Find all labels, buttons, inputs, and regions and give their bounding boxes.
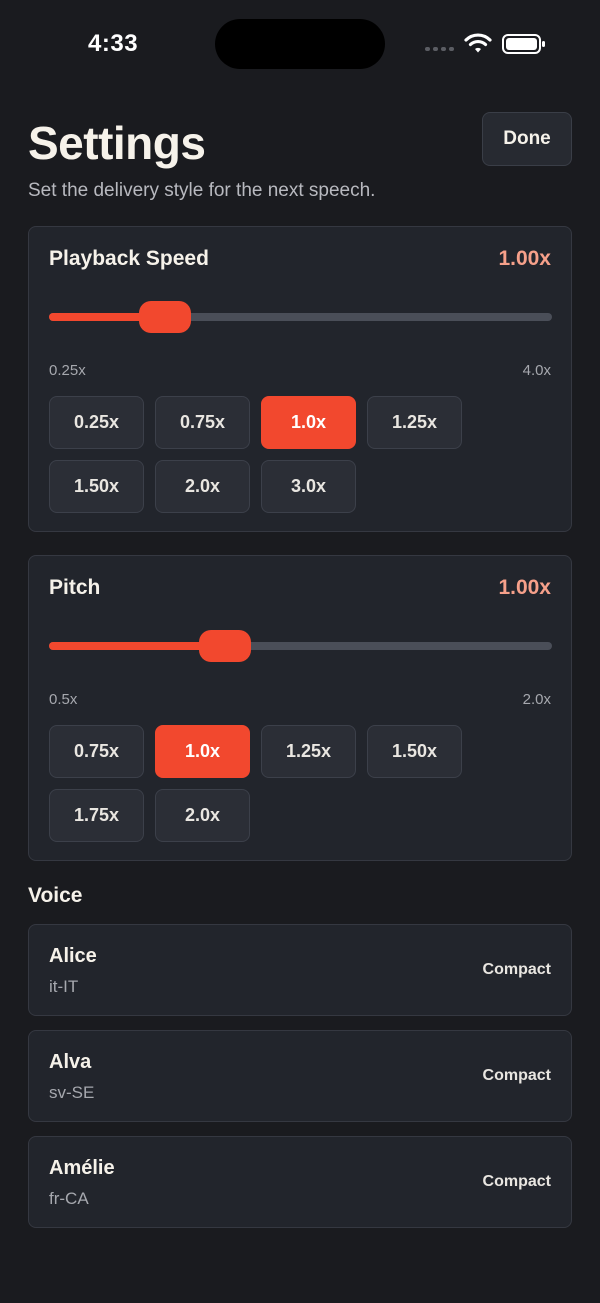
voice-section-label: Voice — [28, 884, 83, 907]
page-subtitle: Set the delivery style for the next spee… — [28, 180, 376, 201]
done-button[interactable]: Done — [482, 112, 572, 166]
voice-name: Alva — [49, 1051, 92, 1073]
status-bar: 4:33 — [0, 0, 600, 90]
pitch-value: 1.00x — [498, 576, 551, 599]
pitch-preset-1.75x[interactable]: 1.75x — [49, 789, 144, 842]
status-time: 4:33 — [88, 30, 139, 57]
pitch-max-label: 2.0x — [522, 691, 551, 708]
pitch-preset-2.0x[interactable]: 2.0x — [155, 789, 250, 842]
pitch-slider-fill — [49, 642, 219, 650]
battery-icon — [502, 34, 545, 54]
voice-name: Alice — [49, 945, 97, 967]
dynamic-island — [215, 19, 385, 69]
playback-speed-title: Playback Speed — [49, 247, 209, 270]
playback-speed-min-label: 0.25x — [49, 362, 86, 379]
voice-row-alice[interactable]: Alice it-IT Compact — [28, 924, 572, 1016]
voice-quality-badge: Compact — [482, 961, 551, 978]
playback-speed-max-label: 4.0x — [522, 362, 551, 379]
pitch-preset-1.0x[interactable]: 1.0x — [155, 725, 250, 778]
voice-quality-badge: Compact — [482, 1067, 551, 1084]
playback-speed-slider[interactable] — [49, 297, 552, 337]
pitch-preset-0.75x[interactable]: 0.75x — [49, 725, 144, 778]
voice-language: fr-CA — [49, 1189, 89, 1208]
playback-speed-value: 1.00x — [498, 247, 551, 270]
speed-preset-2.0x[interactable]: 2.0x — [155, 460, 250, 513]
speed-preset-1.0x[interactable]: 1.0x — [261, 396, 356, 449]
wifi-icon — [464, 33, 492, 53]
voice-name: Amélie — [49, 1157, 115, 1179]
voice-language: sv-SE — [49, 1083, 95, 1102]
voice-language: it-IT — [49, 977, 79, 996]
voice-row-amelie[interactable]: Amélie fr-CA Compact — [28, 1136, 572, 1228]
page-title: Settings — [28, 117, 206, 169]
speed-preset-3.0x[interactable]: 3.0x — [261, 460, 356, 513]
pitch-slider-thumb[interactable] — [199, 630, 251, 662]
pitch-min-label: 0.5x — [49, 691, 78, 708]
voice-quality-badge: Compact — [482, 1173, 551, 1190]
voice-row-alva[interactable]: Alva sv-SE Compact — [28, 1030, 572, 1122]
pitch-preset-1.25x[interactable]: 1.25x — [261, 725, 356, 778]
playback-speed-slider-thumb[interactable] — [139, 301, 191, 333]
speed-preset-1.50x[interactable]: 1.50x — [49, 460, 144, 513]
cellular-signal-icon — [425, 47, 454, 51]
pitch-title: Pitch — [49, 576, 101, 599]
pitch-slider[interactable] — [49, 626, 552, 666]
speed-preset-0.75x[interactable]: 0.75x — [155, 396, 250, 449]
speed-preset-1.25x[interactable]: 1.25x — [367, 396, 462, 449]
pitch-card: Pitch 1.00x 0.5x 2.0x 0.75x 1.0x 1.25x 1… — [28, 555, 572, 861]
speed-preset-0.25x[interactable]: 0.25x — [49, 396, 144, 449]
playback-speed-card: Playback Speed 1.00x 0.25x 4.0x 0.25x 0.… — [28, 226, 572, 532]
pitch-preset-1.50x[interactable]: 1.50x — [367, 725, 462, 778]
